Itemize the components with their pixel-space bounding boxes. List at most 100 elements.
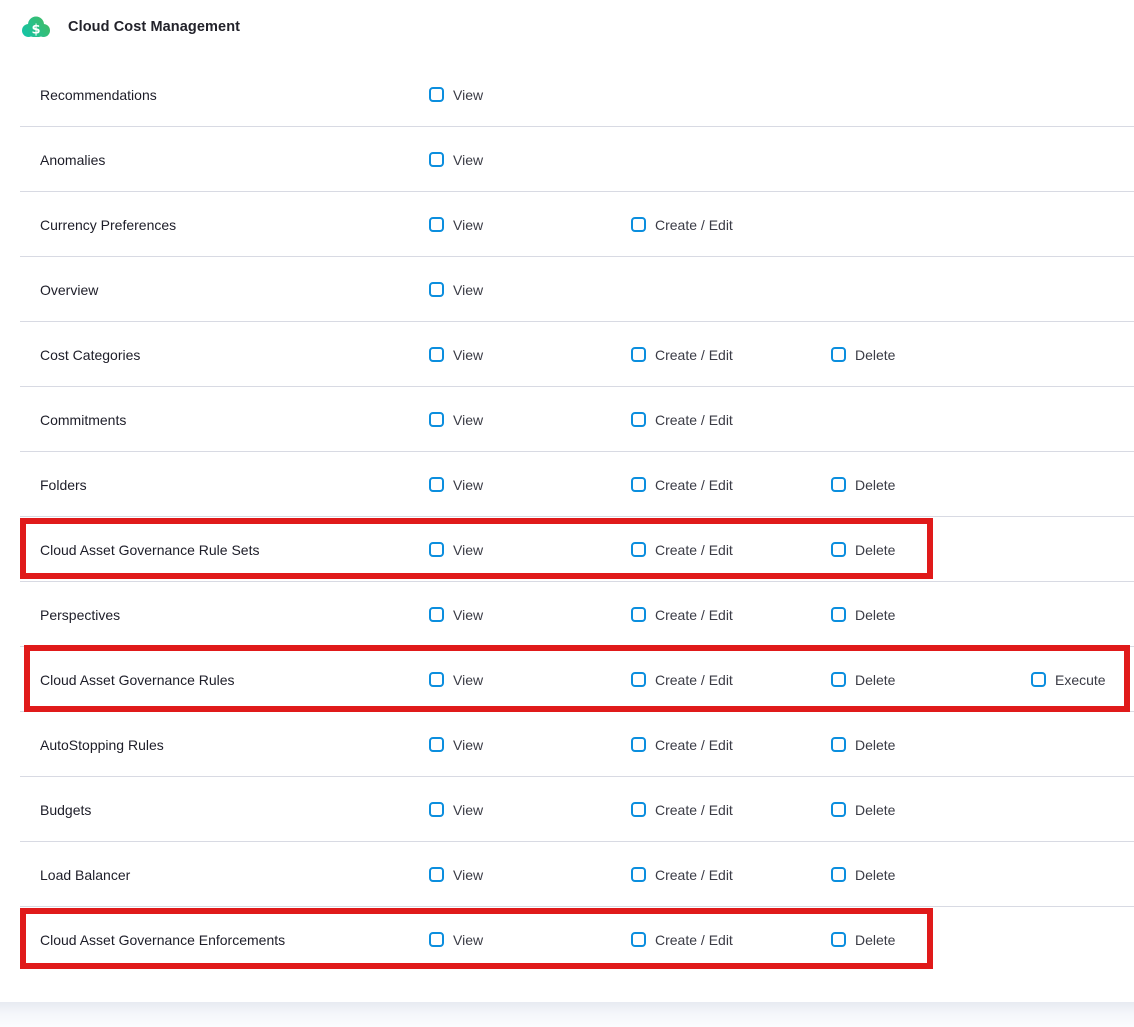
view-permission-cell: View <box>429 867 483 883</box>
delete-checkbox[interactable] <box>831 737 846 752</box>
row-label: Recommendations <box>40 87 157 103</box>
view-permission-cell: View <box>429 347 483 363</box>
create-edit-checkbox[interactable] <box>631 542 646 557</box>
view-permission-cell: View <box>429 412 483 428</box>
permission-row: Recommendations View <box>0 62 1134 127</box>
create-edit-checkbox-label: Create / Edit <box>655 802 733 818</box>
delete-checkbox[interactable] <box>831 672 846 687</box>
delete-permission-cell: Delete <box>831 347 895 363</box>
create-edit-checkbox[interactable] <box>631 867 646 882</box>
delete-checkbox-label: Delete <box>855 347 895 363</box>
delete-checkbox-label: Delete <box>855 672 895 688</box>
view-checkbox[interactable] <box>429 217 444 232</box>
delete-permission-cell: Delete <box>831 867 895 883</box>
delete-permission-cell: Delete <box>831 737 895 753</box>
next-section-divider <box>0 1002 1134 1027</box>
create-edit-checkbox[interactable] <box>631 217 646 232</box>
view-checkbox[interactable] <box>429 412 444 427</box>
view-checkbox[interactable] <box>429 737 444 752</box>
create-edit-checkbox[interactable] <box>631 802 646 817</box>
row-label: Folders <box>40 477 87 493</box>
view-checkbox[interactable] <box>429 802 444 817</box>
delete-permission-cell: Delete <box>831 542 895 558</box>
permission-row: AutoStopping Rules View Create / Edit Dele… <box>0 712 1134 777</box>
permission-row: Budgets ViewCreate / EditDelete <box>0 777 1134 842</box>
delete-checkbox[interactable] <box>831 542 846 557</box>
row-label: Cost Categories <box>40 347 140 363</box>
delete-checkbox-label: Delete <box>855 867 895 883</box>
delete-permission-cell: Delete <box>831 477 895 493</box>
permission-row: Perspectives ViewCreate / EditDelete <box>0 582 1134 647</box>
row-label: Cloud Asset Governance Enforcements <box>40 932 285 948</box>
create-edit-checkbox-label: Create / Edit <box>655 932 733 948</box>
row-label: AutoStopping Rules <box>40 737 164 753</box>
row-label: Budgets <box>40 802 91 818</box>
create-edit-checkbox[interactable] <box>631 412 646 427</box>
create-edit-checkbox[interactable] <box>631 607 646 622</box>
execute-permission-cell: Execute <box>1031 672 1106 688</box>
permission-row: Overview View <box>0 257 1134 322</box>
row-label: Commitments <box>40 412 126 428</box>
view-checkbox-label: View <box>453 867 483 883</box>
view-checkbox-label: View <box>453 152 483 168</box>
delete-checkbox[interactable] <box>831 802 846 817</box>
view-checkbox-label: View <box>453 802 483 818</box>
view-checkbox[interactable] <box>429 932 444 947</box>
permission-row: Commitments ViewCreate / Edit <box>0 387 1134 452</box>
view-checkbox[interactable] <box>429 477 444 492</box>
delete-checkbox[interactable] <box>831 477 846 492</box>
view-permission-cell: View <box>429 607 483 623</box>
view-checkbox-label: View <box>453 412 483 428</box>
view-checkbox-label: View <box>453 217 483 233</box>
view-permission-cell: View <box>429 737 483 753</box>
view-checkbox-label: View <box>453 607 483 623</box>
view-checkbox-label: View <box>453 87 483 103</box>
view-checkbox-label: View <box>453 542 483 558</box>
row-label: Anomalies <box>40 152 105 168</box>
create-edit-checkbox-label: Create / Edit <box>655 737 733 753</box>
permission-row: Cloud Asset Governance Enforcements View… <box>0 907 1134 972</box>
delete-checkbox-label: Delete <box>855 542 895 558</box>
delete-checkbox[interactable] <box>831 932 846 947</box>
permission-row: Cost Categories ViewCreate / EditDelete <box>0 322 1134 387</box>
cloud-dollar-icon: $ <box>20 13 52 41</box>
view-permission-cell: View <box>429 672 483 688</box>
create-edit-checkbox-label: Create / Edit <box>655 542 733 558</box>
view-permission-cell: View <box>429 542 483 558</box>
create-edit-permission-cell: Create / Edit <box>631 867 733 883</box>
create-edit-checkbox[interactable] <box>631 477 646 492</box>
view-checkbox[interactable] <box>429 87 444 102</box>
delete-checkbox-label: Delete <box>855 477 895 493</box>
view-permission-cell: View <box>429 152 483 168</box>
execute-checkbox-label: Execute <box>1055 672 1106 688</box>
view-checkbox[interactable] <box>429 152 444 167</box>
view-permission-cell: View <box>429 932 483 948</box>
view-checkbox[interactable] <box>429 282 444 297</box>
create-edit-checkbox[interactable] <box>631 672 646 687</box>
delete-checkbox[interactable] <box>831 867 846 882</box>
row-label: Load Balancer <box>40 867 130 883</box>
create-edit-checkbox[interactable] <box>631 932 646 947</box>
permission-row: Anomalies View <box>0 127 1134 192</box>
create-edit-permission-cell: Create / Edit <box>631 737 733 753</box>
create-edit-checkbox[interactable] <box>631 737 646 752</box>
create-edit-checkbox[interactable] <box>631 347 646 362</box>
view-permission-cell: View <box>429 282 483 298</box>
row-label: Perspectives <box>40 607 120 623</box>
view-checkbox[interactable] <box>429 347 444 362</box>
view-checkbox[interactable] <box>429 672 444 687</box>
view-checkbox-label: View <box>453 347 483 363</box>
create-edit-permission-cell: Create / Edit <box>631 672 733 688</box>
delete-checkbox-label: Delete <box>855 607 895 623</box>
view-checkbox[interactable] <box>429 607 444 622</box>
section-title: Cloud Cost Management <box>68 19 240 35</box>
execute-checkbox[interactable] <box>1031 672 1046 687</box>
view-checkbox[interactable] <box>429 542 444 557</box>
dollar-glyph: $ <box>31 23 40 38</box>
view-checkbox[interactable] <box>429 867 444 882</box>
create-edit-checkbox-label: Create / Edit <box>655 477 733 493</box>
delete-checkbox[interactable] <box>831 347 846 362</box>
delete-checkbox[interactable] <box>831 607 846 622</box>
delete-permission-cell: Delete <box>831 932 895 948</box>
create-edit-permission-cell: Create / Edit <box>631 802 733 818</box>
